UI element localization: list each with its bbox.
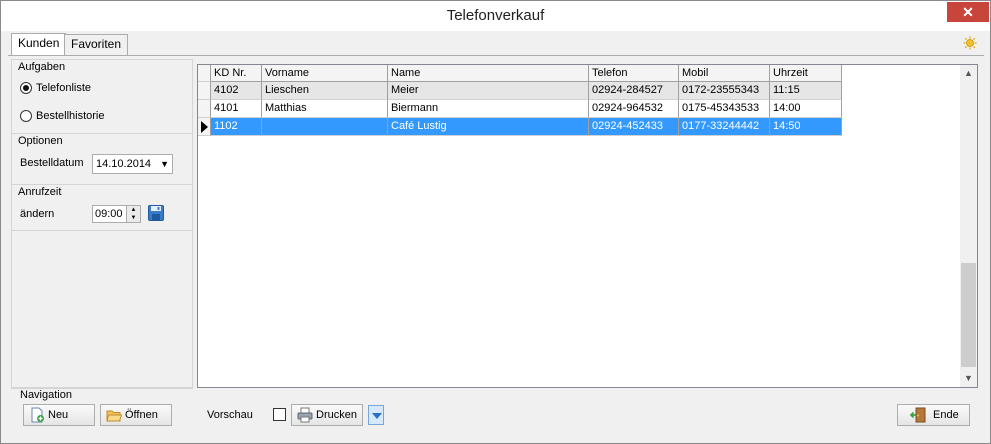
radio-bestellhistorie[interactable]: [20, 110, 32, 122]
bestelldatum-select[interactable]: 14.10.2014 ▼: [92, 154, 173, 174]
close-button[interactable]: ✕: [947, 2, 989, 22]
vorschau-label: Vorschau: [207, 409, 253, 421]
cell-mobil[interactable]: 0175-45343533: [679, 100, 770, 118]
ende-label: Ende: [933, 409, 959, 421]
row-header[interactable]: [198, 100, 211, 118]
tab-divider: [8, 55, 984, 56]
vertical-scrollbar[interactable]: ▲ ▼: [960, 65, 977, 387]
optionen-title: Optionen: [18, 135, 63, 147]
cell-kdnr[interactable]: 4102: [211, 82, 262, 100]
current-row-arrow-icon: [201, 121, 208, 133]
spin-up-icon[interactable]: ▲: [127, 206, 140, 214]
cell-name[interactable]: Meier: [388, 82, 589, 100]
drucken-button[interactable]: Drucken: [291, 404, 363, 426]
spin-down-icon[interactable]: ▼: [127, 214, 140, 222]
cell-kdnr[interactable]: 4101: [211, 100, 262, 118]
scrollbar-thumb[interactable]: [961, 263, 976, 367]
oeffnen-label: Öffnen: [125, 409, 158, 421]
navigation-group: Navigation Neu Öffnen Vorschau Drucken E…: [11, 388, 978, 432]
vorschau-checkbox[interactable]: [273, 408, 286, 421]
cell-telefon[interactable]: 02924-284527: [589, 82, 679, 100]
main-window: Telefonverkauf ✕ Kunden Favoriten Aufgab…: [0, 0, 991, 444]
open-folder-icon: [106, 410, 122, 422]
anrufzeit-title: Anrufzeit: [18, 186, 62, 198]
time-spinner[interactable]: ▲ ▼: [126, 206, 140, 222]
bestelldatum-value: 14.10.2014: [96, 158, 152, 170]
save-icon[interactable]: [148, 205, 164, 221]
optionen-group: Optionen Bestelldatum 14.10.2014 ▼: [12, 134, 192, 185]
scroll-up-icon[interactable]: ▲: [960, 65, 977, 82]
column-header-mobil[interactable]: Mobil: [679, 65, 770, 82]
column-header-name[interactable]: Name: [388, 65, 589, 82]
tab-favoriten[interactable]: Favoriten: [64, 34, 129, 55]
cell-telefon[interactable]: 02924-452433: [589, 118, 679, 136]
aendern-label: ändern: [20, 208, 55, 220]
left-panel: Aufgaben Telefonliste Bestellhistorie Op…: [11, 59, 193, 388]
neu-label: Neu: [48, 409, 69, 421]
radio-telefonliste[interactable]: [20, 82, 32, 94]
cell-name[interactable]: Biermann: [388, 100, 589, 118]
cell-vorname[interactable]: [262, 118, 388, 136]
chevron-down-icon: ▼: [160, 159, 169, 169]
neu-button[interactable]: Neu: [23, 404, 95, 426]
window-title: Telefonverkauf: [446, 7, 545, 24]
cell-vorname[interactable]: Matthias: [262, 100, 388, 118]
sun-icon[interactable]: [963, 36, 977, 50]
navigation-title: Navigation: [20, 389, 72, 401]
aufgaben-group: Aufgaben Telefonliste Bestellhistorie: [12, 60, 192, 134]
scroll-down-icon[interactable]: ▼: [960, 370, 977, 387]
column-header-kdnr[interactable]: KD Nr.: [211, 65, 262, 82]
client-area: Kunden Favoriten Aufgaben Telefonliste B…: [8, 31, 984, 437]
cell-vorname[interactable]: Lieschen: [262, 82, 388, 100]
cell-telefon[interactable]: 02924-964532: [589, 100, 679, 118]
radio-bestellhistorie-label[interactable]: Bestellhistorie: [36, 110, 104, 122]
cell-uhrzeit[interactable]: 14:00: [770, 100, 842, 118]
cell-name[interactable]: Café Lustig: [388, 118, 589, 136]
exit-door-icon: [910, 407, 926, 423]
title-bar: Telefonverkauf ✕: [1, 1, 990, 31]
anrufzeit-time-value: 09:00: [95, 208, 123, 220]
cell-mobil[interactable]: 0172-23555343: [679, 82, 770, 100]
radio-telefonliste-label[interactable]: Telefonliste: [36, 82, 91, 94]
column-header-telefon[interactable]: Telefon: [589, 65, 679, 82]
new-document-icon: [31, 407, 44, 423]
printer-icon: [297, 407, 313, 423]
anrufzeit-time-input[interactable]: 09:00 ▲ ▼: [92, 205, 141, 223]
customer-grid[interactable]: KD Nr. Vorname Name Telefon Mobil Uhrzei…: [197, 64, 978, 388]
drucken-label: Drucken: [316, 409, 357, 421]
grid-corner: [198, 65, 211, 82]
anrufzeit-group: Anrufzeit ändern 09:00 ▲ ▼: [12, 185, 192, 231]
aufgaben-title: Aufgaben: [18, 61, 66, 73]
bestelldatum-label: Bestelldatum: [20, 157, 84, 169]
row-header[interactable]: [198, 118, 211, 136]
column-header-vorname[interactable]: Vorname: [262, 65, 388, 82]
row-header[interactable]: [198, 82, 211, 100]
column-header-uhrzeit[interactable]: Uhrzeit: [770, 65, 842, 82]
drucken-dropdown-button[interactable]: [368, 405, 384, 425]
tab-kunden[interactable]: Kunden: [11, 33, 67, 56]
ende-button[interactable]: Ende: [897, 404, 970, 426]
cell-uhrzeit[interactable]: 11:15: [770, 82, 842, 100]
cell-kdnr[interactable]: 1102: [211, 118, 262, 136]
cell-uhrzeit[interactable]: 14:50: [770, 118, 842, 136]
oeffnen-button[interactable]: Öffnen: [100, 404, 172, 426]
cell-mobil[interactable]: 0177-33244442: [679, 118, 770, 136]
